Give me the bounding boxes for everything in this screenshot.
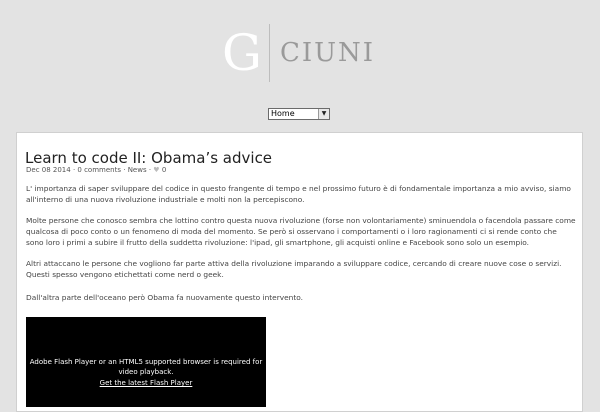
logo-divider [268, 24, 270, 82]
post-paragraph: Molte persone che conosco sembra che lot… [26, 216, 576, 247]
site-logo[interactable]: G CIUNI [222, 22, 375, 84]
flash-download-link[interactable]: Get the latest Flash Player [26, 379, 266, 387]
comments-link[interactable]: 0 comments [77, 166, 121, 174]
video-player[interactable]: Adobe Flash Player or an HTML5 supported… [26, 317, 266, 407]
site-header: G CIUNI Home ▼ [0, 0, 600, 132]
post-paragraph: Dall'altra parte dell'oceano però Obama … [26, 293, 304, 302]
category-link[interactable]: News [128, 166, 147, 174]
post-date: Dec 08 2014 [26, 166, 71, 174]
logo-letter: G [222, 24, 262, 82]
post-paragraph: Altri attaccano le persone che vogliono … [26, 259, 562, 279]
post-paragraph: L' importanza di saper sviluppare del co… [26, 184, 571, 204]
heart-icon[interactable]: ♥ [153, 166, 159, 174]
nav-select-value: Home [271, 109, 295, 118]
chevron-down-icon[interactable]: ▼ [318, 109, 329, 119]
post-title[interactable]: Learn to code II: Obama’s advice [25, 149, 272, 167]
logo-text: CIUNI [279, 38, 376, 68]
video-message: Adobe Flash Player or an HTML5 supported… [29, 358, 263, 376]
nav-menu-select[interactable]: Home ▼ [268, 108, 330, 120]
post-container: Learn to code II: Obama’s advice Dec 08 … [16, 132, 583, 412]
likes-count: 0 [161, 166, 167, 174]
post-meta: Dec 08 2014 · 0 comments · News · ♥ 0 [26, 166, 166, 174]
